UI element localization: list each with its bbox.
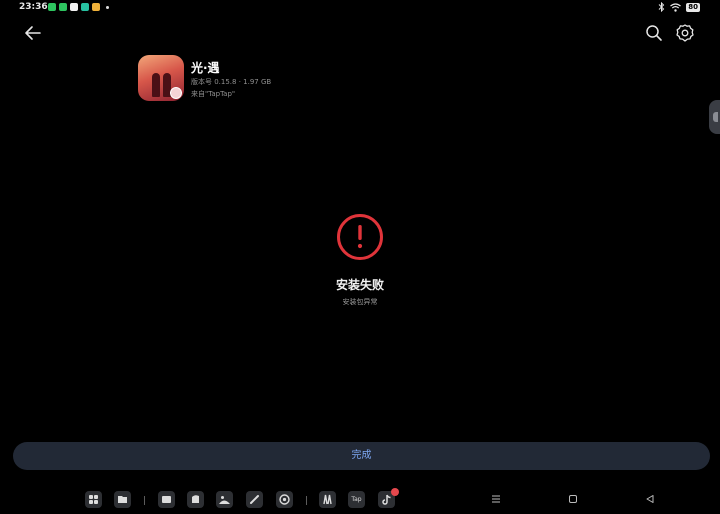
done-button[interactable]: 完成 — [13, 442, 710, 470]
app-icon-badge — [170, 87, 182, 99]
battery-icon: 80 — [686, 2, 700, 12]
search-icon[interactable] — [644, 23, 664, 43]
taptap-icon[interactable]: Tap — [348, 491, 365, 508]
app-name: 光·遇 — [191, 61, 220, 75]
home-icon[interactable] — [566, 492, 580, 506]
install-failed-title: 安装失败 — [335, 278, 384, 292]
app-version-size: 版本号 0.15.8 · 1.97 GB — [191, 78, 272, 86]
app-icon — [138, 55, 184, 101]
wechat-icon — [59, 3, 67, 11]
gear-icon[interactable] — [675, 23, 695, 43]
app-icon — [81, 3, 89, 11]
system-icons: 80 — [658, 2, 700, 12]
tiktok-icon[interactable] — [378, 488, 399, 508]
side-panel-handle[interactable] — [709, 100, 720, 134]
pen-icon[interactable] — [246, 491, 263, 508]
file-manager-icon[interactable] — [114, 491, 131, 508]
game-icon[interactable] — [319, 491, 336, 508]
app-icon-figure — [152, 73, 160, 97]
app-icon — [70, 3, 78, 11]
back-triangle-icon[interactable] — [643, 492, 657, 506]
dock-divider — [144, 496, 145, 505]
taptap-icon-label: Tap — [351, 496, 362, 503]
bluetooth-icon — [658, 2, 665, 12]
taskbar-dock: Tap — [0, 488, 720, 511]
status-bar: 23:36 80 — [0, 0, 720, 16]
install-failed-reason: 安装包异常 — [342, 298, 378, 306]
settings-icon[interactable] — [276, 491, 293, 508]
dock-divider — [306, 496, 307, 505]
grid-icon[interactable] — [85, 491, 102, 508]
arrow-left-icon[interactable] — [22, 22, 44, 44]
wechat-icon — [48, 3, 56, 11]
status-time: 23:36 — [19, 2, 48, 12]
notification-icons — [48, 3, 109, 11]
notification-badge — [391, 488, 399, 496]
gallery-icon[interactable] — [216, 491, 233, 508]
error-icon — [337, 214, 383, 260]
menu-icon[interactable] — [489, 492, 503, 506]
app-icon — [92, 3, 100, 11]
more-notifications-icon — [106, 5, 109, 9]
files-icon[interactable] — [158, 491, 175, 508]
notes-icon[interactable] — [187, 491, 204, 508]
wifi-icon — [670, 2, 682, 12]
app-source: 来自"TapTap" — [191, 90, 236, 98]
